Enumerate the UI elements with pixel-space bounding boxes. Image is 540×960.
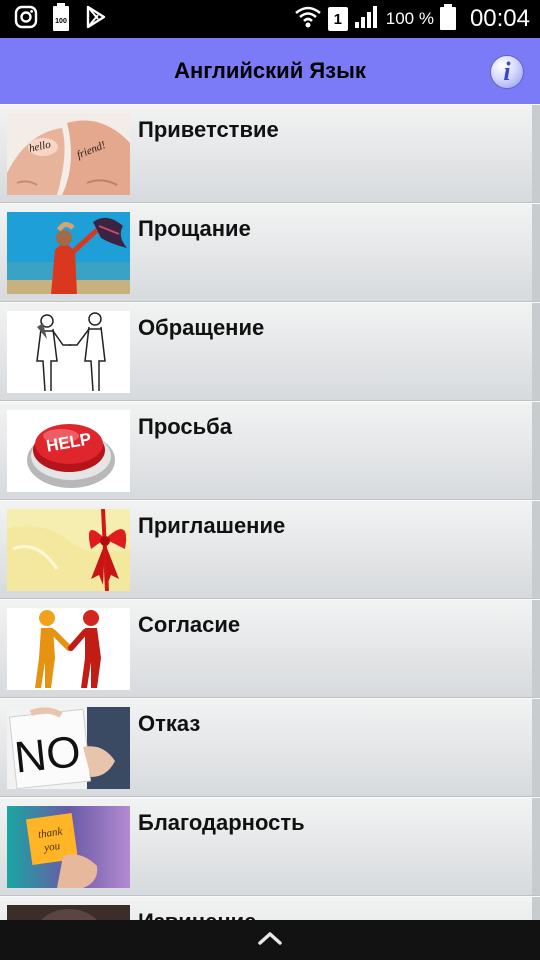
list-item[interactable]: Прощание bbox=[0, 203, 540, 302]
list-item-label: Обращение bbox=[138, 315, 265, 340]
navigation-bar bbox=[0, 920, 540, 960]
list-item[interactable]: thank you Благодарность bbox=[0, 797, 540, 896]
figures-handshake-image bbox=[7, 608, 130, 690]
svg-text:NO: NO bbox=[12, 727, 83, 783]
clock: 00:04 bbox=[469, 5, 530, 32]
list-item[interactable]: HELP Просьба bbox=[0, 401, 540, 500]
status-bar: 100 1 100 % 00:04 bbox=[0, 0, 540, 38]
scrollbar-track bbox=[532, 600, 540, 697]
list-item-label: Просьба bbox=[138, 414, 232, 439]
info-icon: i bbox=[503, 57, 511, 86]
battery-percent: 100 % bbox=[385, 9, 434, 28]
list-item[interactable]: Согласие bbox=[0, 599, 540, 698]
list-item-label: Приветствие bbox=[138, 117, 279, 142]
list-item[interactable]: Приглашение bbox=[0, 500, 540, 599]
waving-scarf-beach-image bbox=[7, 212, 130, 294]
list-item-label: Приглашение bbox=[138, 513, 286, 538]
info-button[interactable]: i bbox=[490, 55, 524, 89]
battery-small-label: 100 bbox=[55, 18, 67, 25]
no-sign-image: NO bbox=[7, 707, 130, 789]
scrollbar-track bbox=[532, 402, 540, 499]
red-bow-image bbox=[7, 509, 130, 591]
handshake-sketch-image bbox=[7, 311, 130, 393]
list-item[interactable]: hello friend! Приветствие bbox=[0, 104, 540, 203]
app-title: Английский Язык bbox=[174, 58, 366, 83]
wifi-icon bbox=[294, 5, 322, 34]
scrollbar-track bbox=[532, 303, 540, 400]
list-item-label: Извинение bbox=[138, 909, 256, 920]
topic-list[interactable]: hello friend! Приветствие Прощание Обращ… bbox=[0, 104, 540, 920]
instagram-icon bbox=[14, 5, 38, 34]
scrollbar-track bbox=[532, 501, 540, 598]
scrollbar-track bbox=[532, 105, 540, 202]
app-bar: Английский Язык i bbox=[0, 38, 540, 104]
list-item-label: Благодарность bbox=[138, 810, 305, 835]
list-item-label: Согласие bbox=[138, 612, 241, 637]
list-item[interactable]: NO Отказ bbox=[0, 698, 540, 797]
list-item[interactable]: Извинение bbox=[0, 896, 540, 920]
sim-1-icon: 1 bbox=[327, 7, 348, 31]
list-item[interactable]: Обращение bbox=[0, 302, 540, 401]
scrollbar-track bbox=[532, 699, 540, 796]
battery-100-icon: 100 bbox=[52, 2, 70, 36]
apology-image bbox=[7, 905, 130, 920]
battery-icon bbox=[439, 3, 456, 35]
play-store-icon bbox=[84, 5, 108, 34]
list-item-label: Прощание bbox=[138, 216, 251, 241]
thank-you-note-image: thank you bbox=[7, 806, 130, 888]
chevron-up-icon[interactable] bbox=[257, 930, 283, 951]
scrollbar-track bbox=[532, 204, 540, 301]
scrollbar-track bbox=[532, 897, 540, 920]
help-button-image: HELP bbox=[7, 410, 130, 492]
scrollbar-track bbox=[532, 798, 540, 895]
list-item-label: Отказ bbox=[138, 711, 201, 736]
signal-icon bbox=[354, 5, 380, 34]
hello-friend-hands-image: hello friend! bbox=[7, 113, 130, 195]
svg-text:you: you bbox=[42, 840, 61, 854]
